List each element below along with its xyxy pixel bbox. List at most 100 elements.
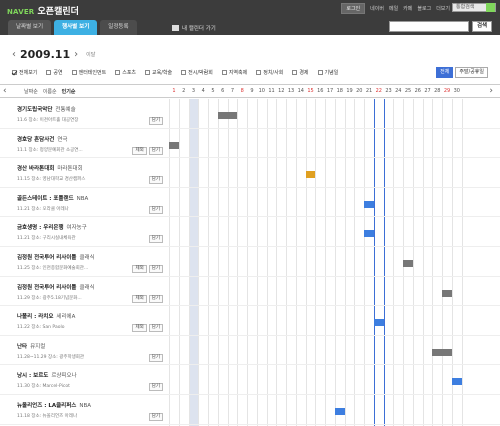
event-period-bar[interactable]	[403, 260, 413, 267]
event-search-input[interactable]	[389, 21, 469, 32]
filter-checkbox[interactable]	[145, 70, 151, 75]
event-title[interactable]: 나폴리 : 라치오 세리에A	[17, 312, 167, 320]
filter-checkbox[interactable]	[71, 70, 77, 75]
event-name[interactable]: 김정원 전국투어 리사이틀	[17, 285, 77, 291]
filter-checkbox[interactable]	[317, 70, 323, 75]
event-title[interactable]: 김정원 전국투어 리사이틀 클래식	[17, 283, 167, 291]
filter-checkbox[interactable]	[221, 70, 227, 75]
filter-checkbox[interactable]	[115, 70, 121, 75]
event-name[interactable]: 경산 바라톤대회	[17, 166, 54, 172]
filter-checkbox[interactable]	[181, 70, 187, 75]
filter-checkbox[interactable]	[12, 70, 17, 75]
day-label: 21	[365, 88, 373, 94]
event-close-button[interactable]: 담기	[148, 235, 163, 244]
event-detail-button[interactable]: 제외	[132, 294, 147, 303]
tab-by-event[interactable]: 행사별 보기	[54, 20, 98, 35]
event-period-bar[interactable]	[169, 141, 179, 149]
event-close-button[interactable]: 담기	[148, 413, 163, 421]
event-period-bar[interactable]	[442, 289, 452, 297]
event-title[interactable]: 경호당 혼담사건 연극	[17, 135, 167, 143]
event-title[interactable]: 금호생명 : 우리은행 여자농구	[17, 223, 167, 231]
global-search-icon[interactable]	[486, 3, 495, 12]
event-name[interactable]: 나폴리 : 라치오	[17, 314, 53, 320]
filter-checkbox[interactable]	[256, 70, 262, 75]
event-detail-button[interactable]: 제외	[132, 265, 147, 273]
filter-7[interactable]: 정치/사회	[256, 69, 283, 76]
event-name[interactable]: 경기도립국악단	[17, 107, 52, 113]
day-gridline	[354, 99, 356, 426]
event-title[interactable]: 경기도립국악단 전통예술	[17, 105, 167, 113]
login-button[interactable]: 로그인	[341, 3, 366, 14]
event-search-button[interactable]: 검색	[472, 21, 492, 32]
filter-4[interactable]: 교육/학술	[145, 69, 172, 76]
event-period-bar[interactable]	[217, 112, 238, 119]
event-name[interactable]: 낭시 : 보르도	[17, 373, 48, 379]
event-detail-button[interactable]: 제외	[132, 324, 147, 333]
calendar-icon	[172, 25, 179, 31]
filter-1[interactable]: 공연	[46, 69, 63, 76]
event-period-bar[interactable]	[451, 378, 462, 386]
filter-6[interactable]: 지역축제	[221, 69, 247, 76]
prev-arrow-icon[interactable]: ‹	[3, 86, 7, 96]
event-name[interactable]: 경호당 혼담사건	[17, 137, 54, 143]
filter-2[interactable]: 엔터테인먼트	[71, 69, 106, 76]
this-month-link[interactable]: 이달	[86, 51, 95, 58]
event-period-bar[interactable]	[334, 408, 345, 415]
event-name[interactable]: 골든스테이트 : 포틀랜드	[17, 196, 74, 202]
gnb-link-mail[interactable]: 메일	[389, 5, 398, 12]
event-period-bar[interactable]	[432, 348, 452, 356]
sort-by-name[interactable]: 이름순	[43, 88, 57, 95]
gnb-link-blog[interactable]: 블로그	[417, 5, 431, 12]
filter-checkbox[interactable]	[46, 70, 52, 75]
event-period-bar[interactable]	[373, 319, 384, 327]
event-name[interactable]: 뉴올리언즈 : LA클리퍼스	[17, 403, 76, 409]
sort-by-date[interactable]: 날짜순	[24, 88, 38, 95]
filter-8[interactable]: 경제	[292, 69, 309, 76]
gnb-link-cafe[interactable]: 카페	[403, 5, 412, 12]
week-marker-line	[373, 99, 375, 426]
event-detail-button[interactable]: 제외	[132, 146, 147, 155]
view-weekend-button[interactable]: 주말/공휴일	[455, 67, 488, 78]
event-title[interactable]: 낭시 : 보르도 르샹피오나	[17, 371, 167, 379]
event-close-button[interactable]: 담기	[148, 205, 163, 214]
tab-by-date[interactable]: 날짜별 보기	[8, 20, 52, 35]
next-arrow-icon[interactable]: ›	[489, 86, 493, 96]
filter-3[interactable]: 스포츠	[115, 69, 136, 76]
app-logo[interactable]: NAVER 오픈캘린더	[7, 4, 79, 17]
gnb-link-more[interactable]: 더보기	[436, 5, 450, 12]
event-close-button[interactable]: 담기	[148, 294, 163, 303]
event-close-button[interactable]: 담기	[148, 146, 163, 155]
global-search-input[interactable]: 통합검색	[452, 3, 496, 12]
next-month-icon[interactable]: ›	[74, 49, 78, 60]
filter-5[interactable]: 전시/박람회	[181, 69, 213, 76]
event-period-bar[interactable]	[305, 171, 316, 179]
tab-register[interactable]: 일정등록	[100, 20, 137, 35]
filter-0[interactable]: 전체보기	[12, 69, 37, 76]
view-all-button[interactable]: 전체	[436, 67, 454, 78]
event-close-button[interactable]: 담기	[148, 383, 163, 392]
event-title[interactable]: 난타 뮤지컬	[17, 342, 167, 350]
event-close-button[interactable]: 담기	[148, 176, 163, 185]
event-name[interactable]: 난타	[17, 344, 27, 350]
day-gridline	[442, 99, 443, 426]
row-divider	[0, 216, 500, 218]
filter-checkbox[interactable]	[292, 70, 298, 75]
event-title[interactable]: 뉴올리언즈 : LA클리퍼스 NBA	[17, 401, 167, 409]
event-close-button[interactable]: 담기	[148, 353, 163, 362]
event-period-bar[interactable]	[364, 230, 374, 238]
event-close-button[interactable]: 담기	[148, 265, 163, 273]
event-category: 뮤지컬	[30, 343, 46, 350]
event-close-button[interactable]: 담기	[148, 117, 163, 125]
prev-month-icon[interactable]: ‹	[12, 49, 16, 60]
goto-my-calendar[interactable]: 내 캘린더 가기	[172, 24, 216, 32]
sort-by-popularity[interactable]: 인기순	[62, 88, 76, 95]
event-title[interactable]: 경산 바라톤대회 마라톤대회	[17, 164, 167, 172]
event-title[interactable]: 김정원 전국투어 리사이틀 클래식	[17, 253, 167, 261]
event-close-button[interactable]: 담기	[148, 324, 163, 333]
event-period-bar[interactable]	[364, 200, 374, 208]
event-name[interactable]: 김정원 전국투어 리사이틀	[17, 255, 77, 261]
event-title[interactable]: 골든스테이트 : 포틀랜드 NBA	[17, 194, 167, 202]
filter-9[interactable]: 기념일	[317, 69, 338, 76]
event-name[interactable]: 금호생명 : 우리은행	[17, 225, 64, 231]
gnb-link-naver[interactable]: 네이버	[370, 5, 384, 12]
